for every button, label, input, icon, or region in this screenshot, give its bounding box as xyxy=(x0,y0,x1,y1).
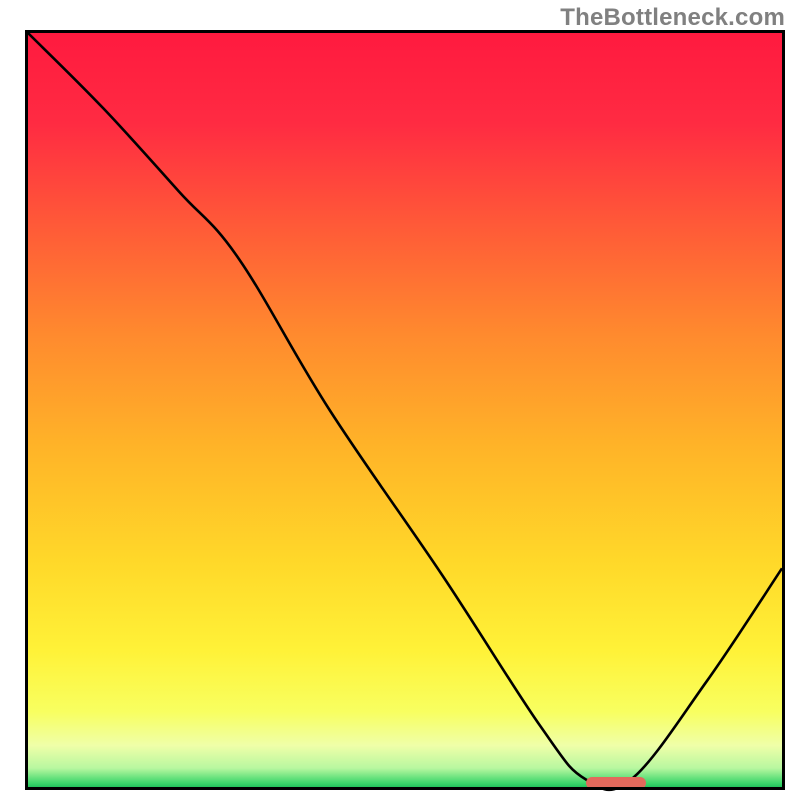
chart-canvas: TheBottleneck.com xyxy=(0,0,800,800)
plot-frame xyxy=(25,30,785,790)
